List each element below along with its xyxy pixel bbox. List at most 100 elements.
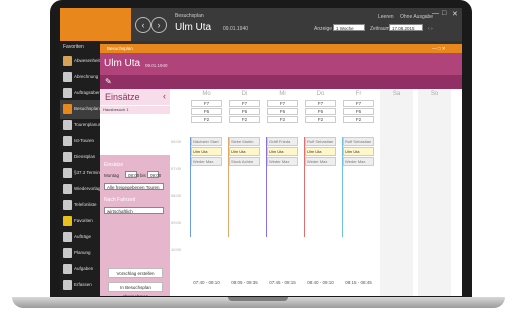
sidebar-item-icon bbox=[63, 56, 72, 66]
sidebar-item[interactable]: Erfassen bbox=[60, 276, 100, 295]
visit-card[interactable]: Gräff Frieda bbox=[267, 137, 298, 146]
shift-cell[interactable]: F6 bbox=[343, 108, 374, 115]
close-icon[interactable]: ✕ bbox=[452, 10, 458, 18]
time-range: 07:45 - 08:15 bbox=[269, 280, 296, 285]
screen: ‹ › Besuchsplan Ulm Uta 09.01.1940 Anzei… bbox=[60, 8, 462, 296]
sidebar-item-label: Tourenplanung bbox=[74, 122, 100, 127]
day-name: Fr bbox=[355, 91, 362, 97]
selected-visit-card[interactable]: Ulm Uta bbox=[191, 147, 222, 156]
to-time-field[interactable]: 09:00 bbox=[147, 171, 161, 178]
day-name: Mi bbox=[279, 91, 286, 97]
brand-block bbox=[60, 8, 131, 41]
shift-cell[interactable]: F7 bbox=[343, 100, 374, 107]
from-time-field[interactable]: 08:00 bbox=[125, 171, 139, 178]
sidebar-item-label: Telefonliste bbox=[74, 202, 97, 207]
module-title: Besuchsplan bbox=[175, 13, 204, 19]
einsaetze-list: Einsätze ‹ Hausbesuch 1 bbox=[100, 89, 170, 155]
time-label: 10:00 bbox=[171, 247, 182, 252]
nav-arrows-icon[interactable]: ‹ › bbox=[428, 26, 433, 32]
selected-visit-card[interactable]: Ulm Uta bbox=[267, 147, 298, 156]
anzeige-select[interactable]: 1 Woche bbox=[333, 24, 365, 31]
header-date: 09.01.1940 bbox=[145, 63, 168, 68]
sidebar-item-label: Erfassen bbox=[74, 282, 92, 287]
visit-card[interactable]: Stock Achim bbox=[229, 157, 260, 166]
sidebar-item-icon bbox=[63, 152, 72, 162]
checkbox-leeren[interactable]: Leeren bbox=[378, 14, 394, 20]
day-name: Mo bbox=[202, 91, 211, 97]
bis-label: bis bbox=[140, 173, 146, 178]
visit-card[interactable]: Weder Max bbox=[305, 157, 336, 166]
sidebar-item-label: Planung bbox=[74, 250, 91, 255]
list-item[interactable]: Hausbesuch 1 bbox=[100, 106, 170, 114]
sidebar-item-label: Auftragsübersicht bbox=[74, 90, 100, 95]
window-titlebar: Besuchsplan — □ ✕ bbox=[100, 44, 462, 53]
anzeige-label: Anzeige bbox=[314, 26, 333, 32]
checkbox-ohne-ausgabe[interactable]: Ohne Ausgabe bbox=[400, 14, 433, 20]
shift-cell[interactable]: F7 bbox=[191, 100, 222, 107]
selected-visit-card[interactable]: Ulm Uta bbox=[343, 147, 374, 156]
selected-visit-card[interactable]: Ulm Uta bbox=[305, 147, 336, 156]
shift-cell[interactable]: F6 bbox=[305, 108, 336, 115]
visit-card[interactable]: Weder Max bbox=[343, 157, 374, 166]
day-column: Fr F7 F6 F2 Ruff Sebastian Ulm Uta Weder Max 08… bbox=[342, 89, 375, 296]
day-name: Di bbox=[241, 91, 248, 97]
zeitraum-field[interactable]: 17.08.2015 bbox=[389, 24, 423, 31]
window-min-icon[interactable]: — □ ✕ bbox=[432, 46, 446, 52]
visit-card[interactable]: Siebe Martin bbox=[229, 137, 260, 146]
shift-cell[interactable]: F6 bbox=[229, 108, 260, 115]
apply-button[interactable]: In Besuchsplan übernehmen bbox=[108, 282, 163, 296]
visit-card[interactable]: Weder Max bbox=[191, 157, 222, 166]
sidebar-item-icon bbox=[63, 280, 72, 290]
sidebar-item-label: Abrechnung bbox=[74, 74, 99, 79]
besuchsplan-window: Besuchsplan — □ ✕ Ulm Uta 09.01.1940 ✎ E… bbox=[100, 44, 462, 296]
visit-card[interactable]: Weder Max bbox=[267, 157, 298, 166]
back-icon[interactable]: ‹ bbox=[135, 17, 151, 33]
sidebar-item-icon bbox=[63, 232, 72, 242]
time-range: 08:05 - 08:35 bbox=[231, 280, 258, 285]
shift-cell[interactable]: F7 bbox=[267, 100, 298, 107]
sidebar-item-icon bbox=[63, 168, 72, 178]
shift-cell[interactable]: F2 bbox=[343, 116, 374, 123]
section-label: Einsätze bbox=[104, 162, 124, 168]
minimize-icon[interactable]: — bbox=[432, 10, 439, 17]
maximize-icon[interactable]: □ bbox=[442, 10, 446, 17]
sidebar-item-icon bbox=[63, 88, 72, 98]
time-range: 07:40 - 08:10 bbox=[193, 280, 220, 285]
sidebar-item-icon bbox=[63, 264, 72, 274]
selected-visit-card[interactable]: Ulm Uta bbox=[229, 147, 260, 156]
tour-select[interactable]: Alle freigegebenen Touren bbox=[104, 183, 164, 190]
edit-icon[interactable]: ✎ bbox=[105, 77, 112, 86]
shift-cell[interactable]: F6 bbox=[191, 108, 222, 115]
sidebar-item-label: Ist-Touren bbox=[74, 138, 95, 143]
sidebar-item-icon bbox=[63, 248, 72, 258]
shift-cell[interactable]: F2 bbox=[191, 116, 222, 123]
window-header: Ulm Uta 09.01.1940 bbox=[100, 53, 462, 75]
sidebar-item-label: Aufgaben bbox=[74, 266, 94, 271]
sidebar-item-label: §37.3 Termine bbox=[74, 170, 100, 175]
laptop-notch bbox=[228, 297, 288, 301]
visit-card[interactable]: Nächster Start bbox=[191, 137, 222, 146]
shift-cell[interactable]: F2 bbox=[267, 116, 298, 123]
time-label: 08:00 bbox=[171, 193, 182, 198]
forward-icon[interactable]: › bbox=[151, 17, 167, 33]
sidebar-item-label: Dienstplan bbox=[74, 154, 96, 159]
time-label: 09:00 bbox=[171, 220, 182, 225]
shift-cell[interactable]: F2 bbox=[305, 116, 336, 123]
suggest-button[interactable]: Vorschlag erstellen bbox=[108, 268, 163, 278]
mode-select[interactable]: wirtschaftlich bbox=[104, 207, 164, 214]
day-column: Do F7 F6 F2 Ruff Sebastian Ulm Uta Weder Max 08… bbox=[304, 89, 337, 296]
visit-card[interactable]: Ruff Sebastian bbox=[305, 137, 336, 146]
shift-cell[interactable]: F6 bbox=[267, 108, 298, 115]
shift-cell[interactable]: F2 bbox=[229, 116, 260, 123]
shift-cell[interactable]: F7 bbox=[305, 100, 336, 107]
shift-cell[interactable]: F7 bbox=[229, 100, 260, 107]
week-grid: 06:00 07:00 08:00 09:00 10:00 Mo F7 F6 F2 Nächst… bbox=[170, 89, 462, 296]
sidebar-item-label: Favoriten bbox=[74, 218, 93, 223]
time-range: 08:40 - 09:10 bbox=[307, 280, 334, 285]
sidebar-item-icon bbox=[63, 72, 72, 82]
header-name: Ulm Uta bbox=[104, 58, 141, 69]
visit-card[interactable]: Ruff Sebastian bbox=[343, 137, 374, 146]
collapse-icon[interactable]: ‹ bbox=[163, 91, 166, 101]
sidebar-header: Favoriten bbox=[63, 44, 84, 50]
day-name: So bbox=[430, 91, 439, 97]
